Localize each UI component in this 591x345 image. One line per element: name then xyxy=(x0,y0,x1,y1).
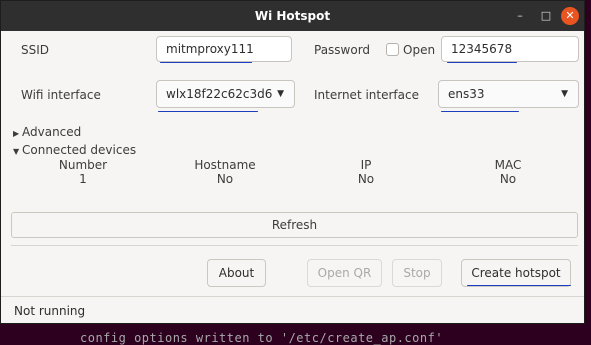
annotation-underline xyxy=(447,62,517,63)
divider xyxy=(11,245,578,246)
password-input[interactable] xyxy=(441,36,579,62)
window-title: Wi Hotspot xyxy=(254,9,331,23)
internet-interface-dropdown[interactable]: ens33 ▼ xyxy=(438,80,579,108)
refresh-button[interactable]: Refresh xyxy=(11,212,578,238)
table-cell: No xyxy=(216,172,234,186)
ssid-label: SSID xyxy=(21,43,50,57)
table-cell: No xyxy=(357,172,375,186)
connected-devices-expander[interactable]: ▼ Connected devices xyxy=(13,143,136,157)
column-header: MAC xyxy=(494,158,522,172)
open-label[interactable]: Open xyxy=(403,43,435,57)
background-terminal-text: config options written to '/etc/create_a… xyxy=(80,331,444,345)
maximize-icon[interactable]: □ xyxy=(537,7,555,25)
open-qr-button[interactable]: Open QR xyxy=(307,259,382,287)
table-cell: 1 xyxy=(79,172,87,186)
create-hotspot-button[interactable]: Create hotspot xyxy=(461,259,571,287)
hotspot-window: Wi Hotspot – □ ✕ SSID Password Open Wifi… xyxy=(0,0,585,324)
wifi-interface-value: wlx18f22c62c3d6 xyxy=(166,87,273,101)
chevron-down-icon: ▼ xyxy=(277,89,284,99)
open-checkbox[interactable] xyxy=(386,43,399,56)
connected-devices-label: Connected devices xyxy=(22,143,137,157)
triangle-down-icon: ▼ xyxy=(13,147,20,156)
close-icon[interactable]: ✕ xyxy=(561,7,579,25)
column-header: IP xyxy=(360,158,372,172)
password-label: Password xyxy=(314,43,371,57)
stop-button[interactable]: Stop xyxy=(392,259,442,287)
about-button[interactable]: About xyxy=(207,259,266,287)
title-bar[interactable]: Wi Hotspot – □ ✕ xyxy=(1,1,584,31)
wifi-interface-dropdown[interactable]: wlx18f22c62c3d6 ▼ xyxy=(156,80,295,108)
table-cell: No xyxy=(499,172,517,186)
status-label: Not running xyxy=(14,304,86,318)
minimize-icon[interactable]: – xyxy=(511,7,529,25)
advanced-label: Advanced xyxy=(22,125,82,139)
internet-interface-label: Internet interface xyxy=(314,88,419,102)
column-header: Number xyxy=(58,158,108,172)
internet-interface-value: ens33 xyxy=(448,87,485,101)
annotation-underline xyxy=(160,62,252,63)
column-header: Hostname xyxy=(194,158,256,172)
annotation-underline xyxy=(158,111,258,112)
annotation-underline xyxy=(441,111,519,112)
annotation-underline xyxy=(467,285,571,286)
connected-devices-table: Number Hostname IP MAC 1 No No No xyxy=(11,158,578,208)
wifi-interface-label: Wifi interface xyxy=(21,88,101,102)
advanced-expander[interactable]: ▶ Advanced xyxy=(13,125,81,139)
ssid-input[interactable] xyxy=(156,36,292,62)
triangle-right-icon: ▶ xyxy=(13,129,20,138)
divider xyxy=(1,296,584,297)
chevron-down-icon: ▼ xyxy=(561,89,568,99)
